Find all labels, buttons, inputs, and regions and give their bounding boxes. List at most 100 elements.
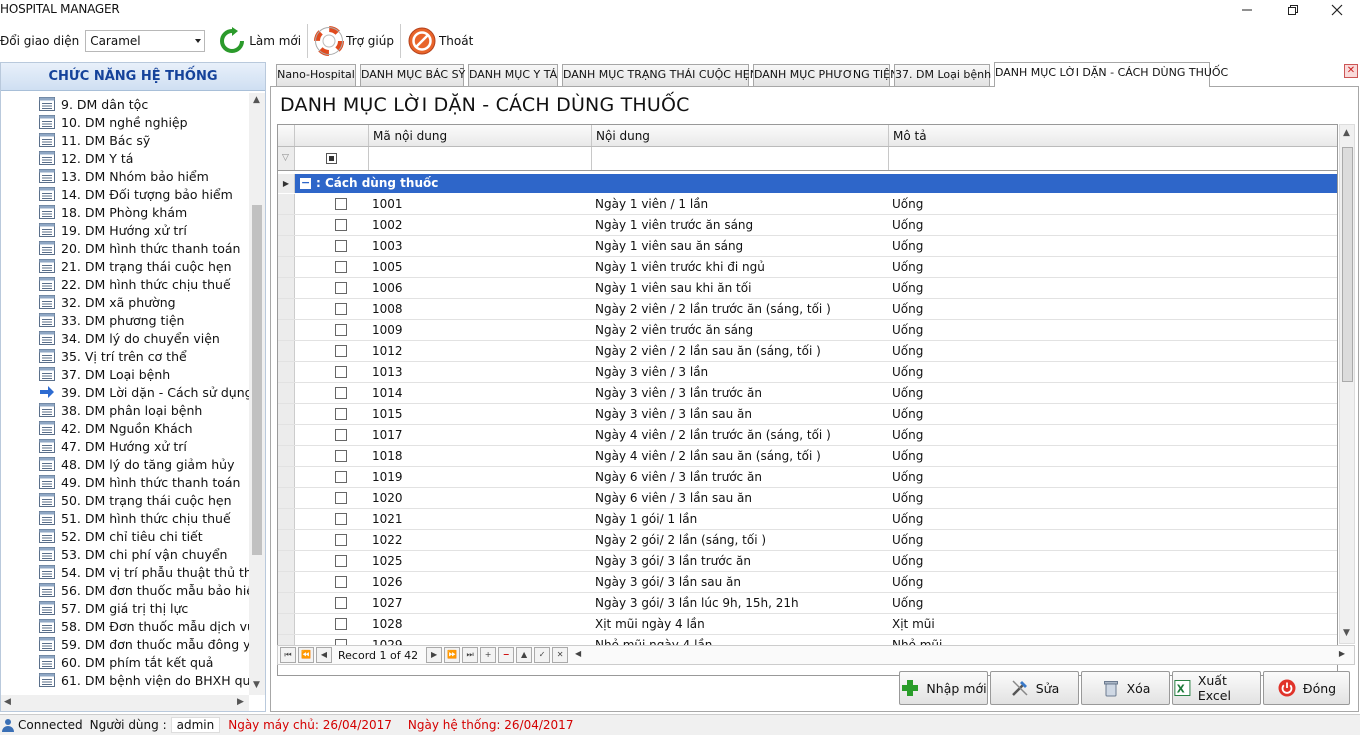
scroll-thumb[interactable] [252,205,262,555]
table-row[interactable]: 1022 Ngày 2 gói/ 2 lần (sáng, tối ) Uống [278,530,1337,551]
tab-transport[interactable]: DANH MỤC PHƯƠNG TIỆN [753,64,898,86]
row-checkbox[interactable] [335,492,347,504]
group-row[interactable]: ▶ − : Cách dùng thuốc [278,174,1337,193]
table-row[interactable]: 1005 Ngày 1 viên trước khi đi ngủ Uống [278,257,1337,278]
tab-nano-hospital[interactable]: Nano-Hospital [276,64,356,86]
table-row[interactable]: 1009 Ngày 2 viên trước ăn sáng Uống [278,320,1337,341]
row-checkbox[interactable] [335,576,347,588]
sidebar-item[interactable]: 48. DM lý do tăng giảm hủy [39,455,235,473]
sidebar-item[interactable]: 37. DM Loại bệnh [39,365,170,383]
row-checkbox[interactable] [335,408,347,420]
sidebar-item[interactable]: 10. DM nghề nghiệp [39,113,188,131]
table-row[interactable]: 1021 Ngày 1 gói/ 1 lần Uống [278,509,1337,530]
row-checkbox[interactable] [335,618,347,630]
tab-appointment-status[interactable]: DANH MỤC TRẠNG THÁI CUỘC HẸN [562,64,758,86]
sidebar-item[interactable]: 57. DM giá trị thị lực [39,599,188,617]
table-row[interactable]: 1013 Ngày 3 viên / 3 lần Uống [278,362,1337,383]
row-checkbox[interactable] [335,324,347,336]
row-checkbox[interactable] [335,345,347,357]
sidebar-item[interactable]: 53. DM chi phí vận chuyển [39,545,227,563]
sidebar-item[interactable]: 19. DM Hướng xử trí [39,221,187,239]
save-record-button[interactable]: ✓ [534,647,551,663]
close-button[interactable]: Đóng [1263,671,1350,705]
edit-record-button[interactable]: ▲ [516,647,533,663]
prev-record-button[interactable]: ◀ [316,647,332,663]
sidebar-item[interactable]: 11. DM Bác sỹ [39,131,150,149]
table-row[interactable]: 1026 Ngày 3 gói/ 3 lần sau ăn Uống [278,572,1337,593]
row-checkbox[interactable] [335,282,347,294]
sidebar-item[interactable]: 22. DM hình thức chịu thuế [39,275,231,293]
row-checkbox[interactable] [335,597,347,609]
sidebar-item[interactable]: 33. DM phương tiện [39,311,184,329]
sidebar-item[interactable]: 51. DM hình thức chịu thuế [39,509,231,527]
table-row[interactable]: 1019 Ngày 6 viên / 3 lần trước ăn Uống [278,467,1337,488]
grid-vertical-scrollbar[interactable]: ▲ ▼ [1339,124,1355,644]
sidebar-item[interactable]: 39. DM Lời dặn - Cách sử dụng t [39,383,249,401]
delete-button[interactable]: Xóa [1081,671,1170,705]
row-checkbox[interactable] [335,534,347,546]
sidebar-item[interactable]: 50. DM trạng thái cuộc hẹn [39,491,232,509]
table-row[interactable]: 1020 Ngày 6 viên / 3 lần sau ăn Uống [278,488,1337,509]
row-checkbox[interactable] [335,555,347,567]
row-checkbox[interactable] [335,513,347,525]
sidebar-item[interactable]: 60. DM phím tắt kết quả [39,653,213,671]
sidebar-item[interactable]: 42. DM Nguồn Khách [39,419,193,437]
table-row[interactable]: 1015 Ngày 3 viên / 3 lần sau ăn Uống [278,404,1337,425]
column-header-code[interactable]: Mã nội dung [369,125,592,146]
sidebar-item[interactable]: 56. DM đơn thuốc mẫu bảo hiểm [39,581,249,599]
table-row[interactable]: 1006 Ngày 1 viên sau khi ăn tối Uống [278,278,1337,299]
row-checkbox[interactable] [335,471,347,483]
scroll-thumb[interactable] [1342,147,1353,382]
sidebar-item[interactable]: 54. DM vị trí phẫu thuật thủ thuật [39,563,249,581]
sidebar-item[interactable]: 32. DM xã phường [39,293,176,311]
row-checkbox[interactable] [335,387,347,399]
prev-page-button[interactable]: ⏪ [298,647,314,663]
sidebar-item[interactable]: 35. Vị trí trên cơ thể [39,347,187,365]
row-checkbox[interactable] [335,450,347,462]
table-row[interactable]: 1018 Ngày 4 viên / 2 lần sau ăn (sáng, tố… [278,446,1337,467]
sidebar-item[interactable]: 34. DM lý do chuyển viện [39,329,220,347]
tree-horizontal-scrollbar[interactable]: ◀ ▶ [1,695,249,711]
column-header-description[interactable]: Mô tả [889,125,1337,146]
sidebar-item[interactable]: 38. DM phân loại bệnh [39,401,202,419]
last-record-button[interactable]: ⏭ [462,647,479,663]
help-button[interactable]: Trợ giúp [310,23,398,59]
table-row[interactable]: 1027 Ngày 3 gói/ 3 lần lúc 9h, 15h, 21h Uố… [278,593,1337,614]
collapse-icon[interactable]: − [300,177,311,189]
sidebar-item[interactable]: 52. DM chỉ tiêu chi tiết [39,527,203,545]
row-checkbox[interactable] [335,303,347,315]
header-select[interactable] [295,125,369,146]
sidebar-item[interactable]: 20. DM hình thức thanh toán [39,239,240,257]
sidebar-item[interactable]: 49. DM hình thức thanh toán [39,473,240,491]
row-checkbox[interactable] [335,429,347,441]
sidebar-item[interactable]: 47. DM Hướng xử trí [39,437,187,455]
tab-medication-instructions[interactable]: DANH MỤC LỜI DẶN - CÁCH DÙNG THUỐC [994,62,1228,87]
sidebar-item[interactable]: 14. DM Đối tượng bảo hiểm [39,185,233,203]
table-row[interactable]: 1028 Xịt mũi ngày 4 lần Xịt mũi [278,614,1337,635]
table-row[interactable]: 1001 Ngày 1 viên / 1 lần Uống [278,194,1337,215]
sidebar-item[interactable]: 61. DM bệnh viện do BHXH quy [39,671,249,689]
sidebar-item[interactable]: 59. DM đơn thuốc mẫu đông y [39,635,249,653]
filter-select-all[interactable] [295,147,369,170]
sidebar-item[interactable]: 18. DM Phòng khám [39,203,187,221]
table-row[interactable]: 1014 Ngày 3 viên / 3 lần trước ăn Uống [278,383,1337,404]
row-checkbox[interactable] [335,366,347,378]
close-tab-button[interactable]: ✕ [1344,64,1358,78]
scroll-left-icon[interactable]: ◀ [570,647,586,663]
maximize-button[interactable] [1270,0,1316,20]
filter-content[interactable] [592,147,889,170]
tab-nurses[interactable]: DANH MỤC Y TÁ [468,64,558,86]
table-row[interactable]: 1017 Ngày 4 viên / 2 lần trước ăn (sáng, … [278,425,1337,446]
row-checkbox[interactable] [335,198,347,210]
table-row[interactable]: 1003 Ngày 1 viên sau ăn sáng Uống [278,236,1337,257]
filter-description[interactable] [889,147,1337,170]
tab-disease-types[interactable]: 37. DM Loại bệnh [894,64,991,86]
cancel-record-button[interactable]: ✕ [552,647,569,663]
minimize-button[interactable] [1224,0,1270,20]
tab-doctors[interactable]: DANH MỤC BÁC SỸ [360,64,465,86]
next-page-button[interactable]: ⏩ [444,647,461,663]
next-record-button[interactable]: ▶ [426,647,443,663]
theme-select[interactable]: Caramel [85,30,206,52]
add-record-button[interactable]: + [480,647,497,663]
new-button[interactable]: Nhập mới [899,671,988,705]
